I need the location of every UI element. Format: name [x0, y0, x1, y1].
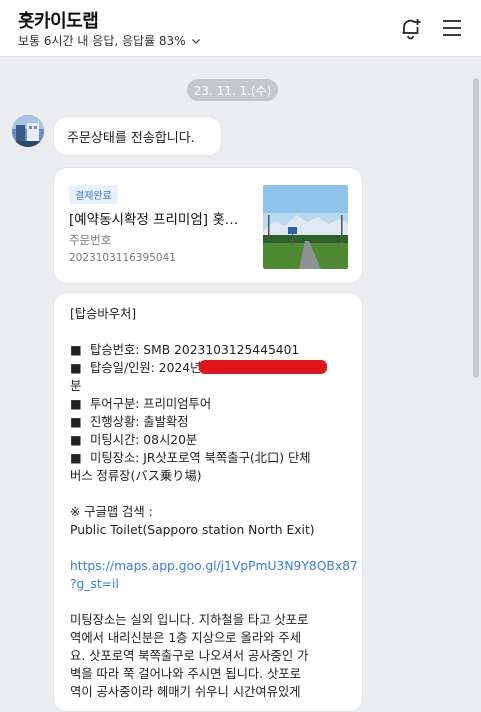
notification-add-button[interactable]: [398, 15, 424, 41]
response-info[interactable]: 보통 6시간 내 응답, 응답률 83%: [18, 32, 202, 49]
voucher-item-boarding-no: ■ 탑승번호: SMB 2023103125445401: [70, 343, 300, 357]
voucher-item-tour-type: ■ 투어구분: 프리미엄투어: [70, 397, 212, 411]
redaction-mark: [199, 360, 328, 374]
google-map-query: Public Toilet(Sapporo station North Exit…: [70, 523, 315, 537]
voucher-item-meeting-place-cont: 버스 정류장(バス乗り場): [70, 469, 202, 483]
chat-title: 홋카이도랩: [18, 11, 99, 32]
meeting-note-line: 역이 공사중이라 헤매기 쉬우니 시간여유있게: [70, 685, 301, 699]
notification-add-icon: [402, 19, 421, 40]
scrollbar-thumb[interactable]: [473, 78, 479, 378]
voucher-item-date-people: ■ 탑승일/인원: 2024년: [70, 359, 346, 377]
product-title: [예약동시확정 프리미엄] 홋카이도: [69, 212, 249, 228]
status-badge: 결제완료: [69, 185, 118, 204]
date-divider: 23. 11. 1.(수): [187, 79, 278, 101]
voucher-item-meeting-time: ■ 미팅시간: 08시20분: [70, 433, 198, 447]
voucher-item-status: ■ 진행상황: 출발확정: [70, 415, 189, 429]
order-number-label: 주문번호: [69, 233, 112, 247]
chat-header: 홋카이도랩 보통 6시간 내 응답, 응답률 83%: [0, 0, 481, 57]
scrollbar[interactable]: [473, 70, 479, 689]
chevron-down-icon: [191, 38, 200, 44]
map-link-cont[interactable]: ?g_st=il: [70, 575, 346, 593]
meeting-note-line: 역에서 내리신분은 1층 지상으로 올라와 주세: [70, 631, 302, 645]
meeting-note-line: 요. 삿포로역 북쪽출구로 나오셔서 공사중인 가: [70, 649, 309, 663]
meeting-note-line: 벽을 따라 쭉 걸어나와 주시면 됩니다. 삿포로: [70, 667, 301, 681]
avatar[interactable]: [12, 115, 44, 147]
response-info-text: 보통 6시간 내 응답, 응답률 83%: [18, 34, 186, 48]
menu-button[interactable]: [439, 15, 465, 41]
voucher-item-meeting-place: ■ 미팅장소: JR삿포로역 북쪽출구(北口) 단체: [70, 451, 311, 465]
voucher-heading: [탑승바우처]: [70, 307, 137, 321]
meeting-note-line: 미팅장소는 실외 입니다. 지하철을 타고 삿포로: [70, 613, 309, 627]
voucher-item-date-tail: 분: [70, 379, 82, 393]
order-number: 2023103116395041: [69, 252, 176, 264]
menu-icon: [443, 20, 461, 36]
message-bubble-intro: 주문상태를 전송합니다.: [53, 116, 222, 156]
snowy-mountain-road-image: [263, 185, 348, 269]
product-thumbnail: [263, 185, 348, 269]
order-card[interactable]: 결제완료 [예약동시확정 프리미엄] 홋카이도 주문번호 20231031163…: [53, 167, 363, 284]
map-link[interactable]: https://maps.app.goo.gl/j1VpPmU3N9Y8QBx8…: [70, 557, 358, 575]
message-text: 주문상태를 전송합니다.: [67, 130, 195, 146]
voucher-message: [탑승바우처] ■ 탑승번호: SMB 2023103125445401 ■ 탑승일…: [53, 292, 363, 712]
google-map-label: ※ 구글맵 검색 :: [70, 505, 153, 519]
avatar-image: [12, 115, 44, 147]
